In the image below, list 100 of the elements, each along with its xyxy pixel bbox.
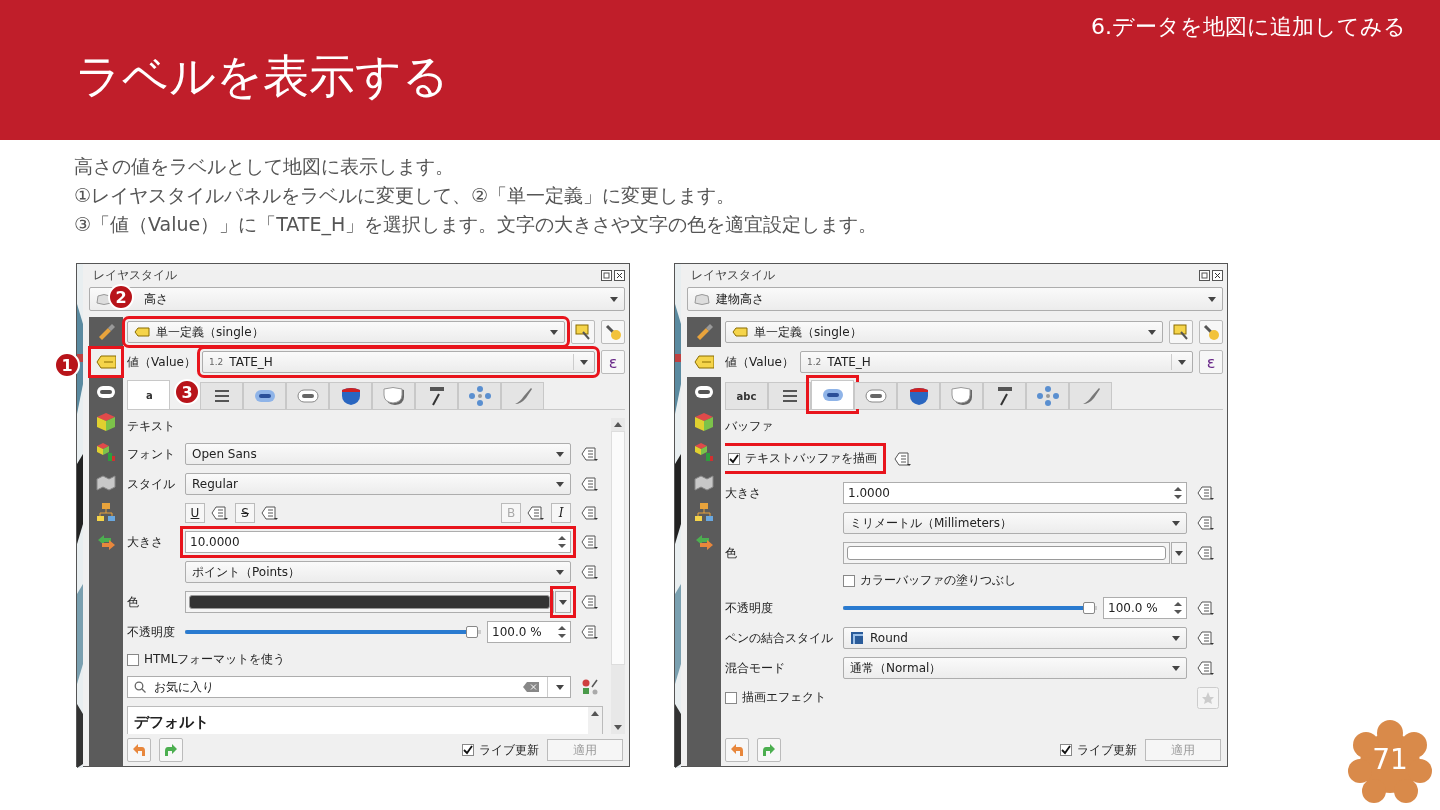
tab[interactable] [286, 382, 329, 409]
field-label: 値（Value） [725, 353, 794, 371]
data-defined-icon[interactable] [581, 534, 599, 550]
scrollbar[interactable] [611, 418, 625, 734]
tab[interactable] [983, 382, 1026, 409]
arrows-icon [694, 532, 714, 552]
blocks-icon [96, 442, 116, 462]
number-field[interactable]: 1.0000 [843, 482, 1187, 504]
data-defined-icon[interactable] [1197, 630, 1215, 646]
clear-icon [523, 682, 539, 692]
data-defined-icon[interactable] [1197, 515, 1215, 531]
rules-button[interactable] [1169, 320, 1193, 344]
data-defined-icon[interactable] [581, 624, 599, 640]
style-button[interactable] [1199, 320, 1223, 344]
dropdown[interactable]: Open Sans [185, 443, 571, 465]
dropdown[interactable]: ポイント（Points） [185, 561, 571, 583]
map-icon [96, 472, 116, 492]
tab[interactable] [372, 382, 415, 409]
tab[interactable]: abc [725, 382, 768, 409]
sidebar-item[interactable] [89, 347, 123, 377]
dropdown[interactable]: Round [843, 627, 1187, 649]
field-label: ペンの結合スタイル [725, 629, 833, 647]
float-icon[interactable] [601, 269, 612, 281]
checkbox[interactable]: 描画エフェクト [725, 689, 826, 707]
scroll-down-icon [614, 725, 622, 730]
checkbox[interactable]: ライブ更新 [1060, 741, 1137, 759]
tab[interactable] [243, 382, 286, 409]
caret-icon [610, 296, 618, 302]
hierarchy-icon [96, 502, 116, 522]
tab[interactable] [768, 382, 811, 409]
style-button[interactable] [601, 320, 625, 344]
checkbox[interactable]: テキストバッファを描画 [725, 443, 886, 474]
spin-arrows-icon [558, 625, 566, 639]
panel-title: レイヤスタイル [93, 266, 177, 284]
tab[interactable] [854, 382, 897, 409]
rules-button[interactable] [571, 320, 595, 344]
field-label: 大きさ [725, 484, 762, 502]
caret-icon [556, 684, 564, 690]
data-defined-icon[interactable] [211, 505, 229, 521]
format-button[interactable]: S [235, 503, 255, 523]
caret-icon [1172, 635, 1180, 641]
label-edit-icon [574, 323, 592, 341]
tab[interactable] [200, 382, 243, 409]
blocks-icon [694, 442, 714, 462]
data-defined-icon[interactable] [581, 446, 599, 462]
tab[interactable] [415, 382, 458, 409]
style-manager-icon[interactable] [581, 678, 599, 696]
label-tag-icon [732, 327, 748, 337]
number-field[interactable]: 100.0 % [1103, 597, 1187, 619]
checkbox[interactable]: カラーバッファの塗りつぶし [843, 572, 1016, 589]
layer-dropdown[interactable]: 建物高さ [687, 287, 1223, 311]
data-defined-icon[interactable] [1197, 545, 1215, 561]
expression-button[interactable]: ε [1199, 350, 1223, 374]
renderer-dropdown[interactable]: 単一定義（single） [725, 321, 1163, 343]
field-dropdown[interactable]: 1.2 TATE_H [799, 351, 1193, 373]
data-defined-icon[interactable] [581, 594, 599, 610]
step-number: 3 [174, 379, 200, 405]
star-button-icon[interactable] [1197, 687, 1219, 709]
close-icon[interactable] [614, 269, 625, 281]
tab[interactable]: a [127, 380, 170, 409]
tab[interactable] [897, 382, 940, 409]
color-menu-button[interactable] [1171, 542, 1187, 564]
data-defined-icon[interactable] [581, 505, 599, 521]
dropdown[interactable]: 通常（Normal） [843, 657, 1187, 679]
slider-thumb[interactable] [1083, 602, 1096, 614]
expression-button[interactable]: ε [601, 350, 625, 374]
data-defined-icon[interactable] [581, 564, 599, 580]
paint-tube-icon [604, 323, 622, 341]
caret-icon [556, 481, 564, 487]
format-button[interactable]: U [185, 503, 205, 523]
data-defined-icon[interactable] [527, 505, 545, 521]
field-label: 値（Value） [127, 353, 196, 371]
data-defined-icon[interactable] [261, 505, 279, 521]
tab[interactable] [329, 382, 372, 409]
dropdown[interactable]: ミリメートル（Millimeters） [843, 512, 1187, 534]
tab[interactable] [940, 382, 983, 409]
caret-icon [1172, 665, 1180, 671]
checkbox[interactable]: ライブ更新 [462, 741, 539, 759]
data-defined-icon[interactable] [1197, 600, 1215, 616]
float-icon[interactable] [1199, 269, 1210, 281]
data-defined-icon[interactable] [581, 476, 599, 492]
close-icon[interactable] [1212, 269, 1223, 281]
slider-thumb[interactable] [466, 626, 479, 638]
field-label: 大きさ [127, 533, 164, 551]
step-number: 1 [54, 352, 80, 378]
dropdown[interactable]: Regular [185, 473, 571, 495]
caret-icon [559, 599, 567, 605]
number-field[interactable]: 100.0 % [487, 621, 571, 643]
data-defined-icon[interactable] [894, 450, 912, 467]
redo-button[interactable] [757, 738, 781, 762]
outlined-badge-icon [296, 386, 319, 406]
field-label: 色 [127, 593, 140, 611]
data-defined-icon[interactable] [1197, 660, 1215, 676]
checkbox[interactable]: HTMLフォーマットを使う [127, 651, 286, 668]
scrollbar[interactable] [588, 707, 602, 734]
redo-button[interactable] [159, 738, 183, 762]
search-field[interactable]: お気に入り [127, 676, 571, 698]
data-defined-icon[interactable] [1197, 485, 1215, 501]
intro-text: ③「値（Value）」に「TATE_H」を選択します。文字の大きさや文字の色を適宜設定します。 [74, 212, 879, 238]
format-button[interactable]: I [551, 503, 571, 523]
